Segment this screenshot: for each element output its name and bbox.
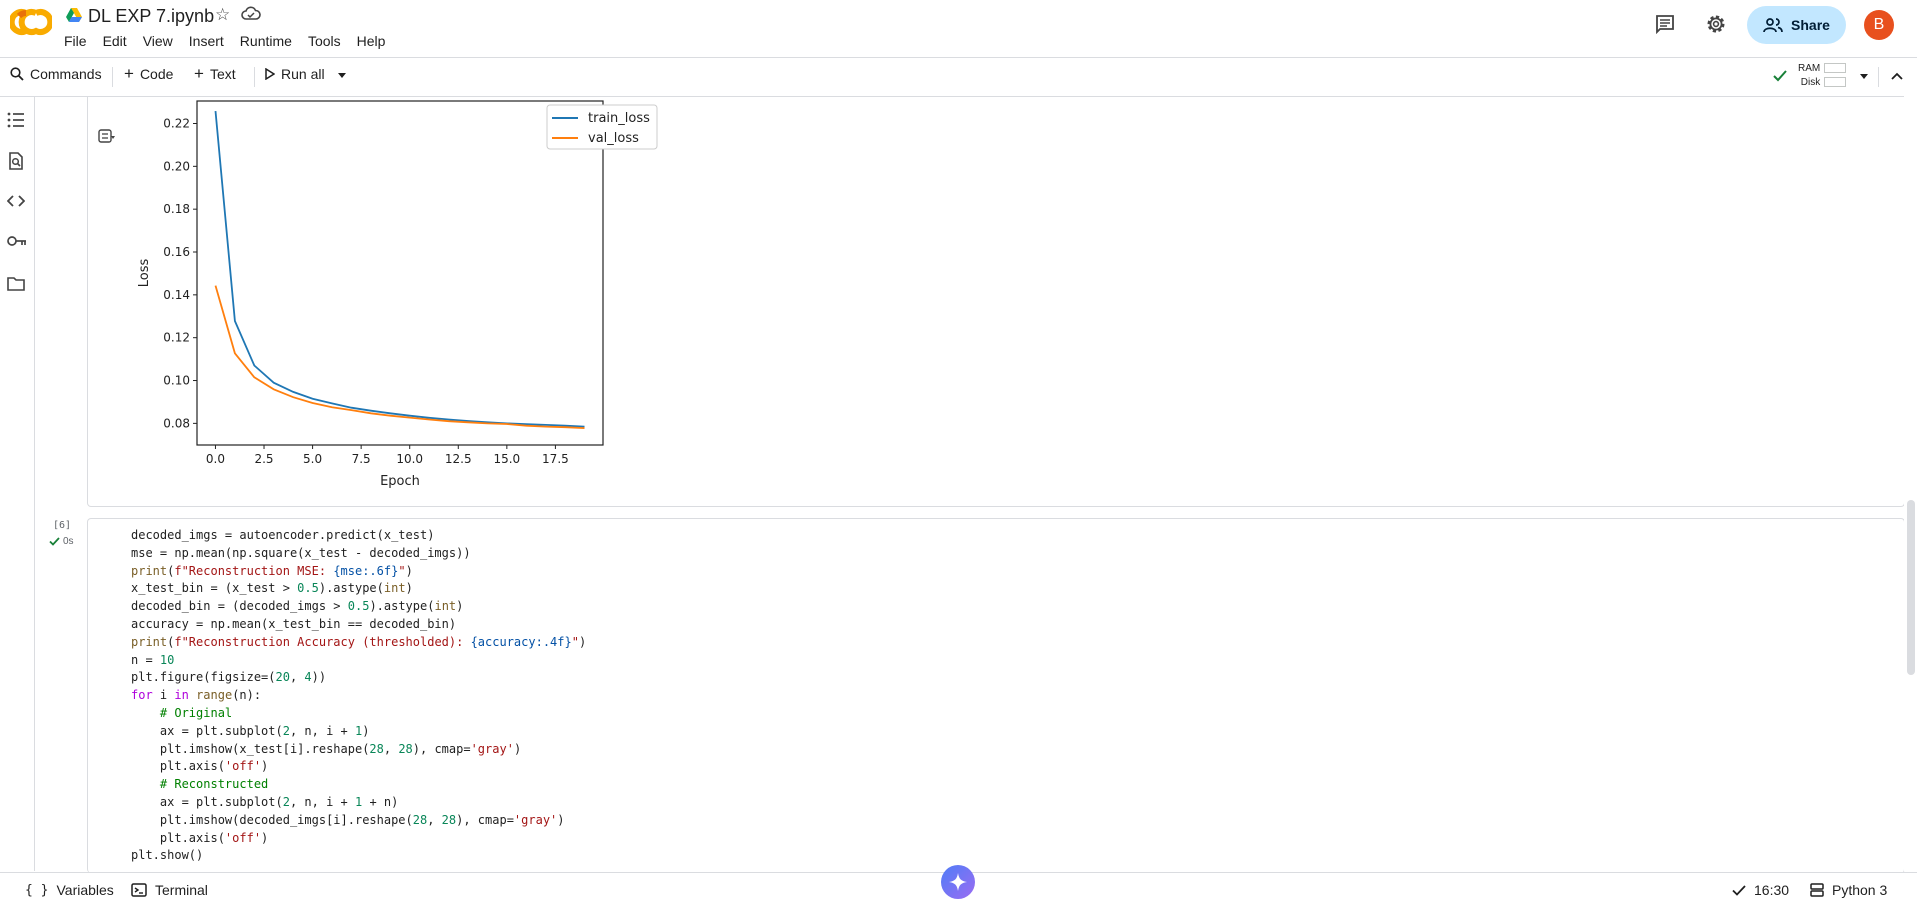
legend-label-train: train_loss bbox=[588, 111, 650, 126]
code-editor[interactable]: decoded_imgs = autoencoder.predict(x_tes… bbox=[131, 527, 586, 865]
y-tick-label: 0.16 bbox=[163, 245, 190, 259]
x-tick-label: 0.0 bbox=[206, 452, 225, 466]
table-of-contents-icon[interactable] bbox=[7, 112, 25, 128]
x-tick-label: 10.0 bbox=[396, 452, 423, 466]
y-tick-label: 0.18 bbox=[163, 202, 190, 216]
loss-chart: 0.0 2.5 5.0 7.5 10.0 12.5 15.0 17.5 0.08 0.10 0.1… bbox=[137, 100, 658, 489]
check-icon bbox=[1732, 884, 1746, 896]
user-avatar[interactable]: B bbox=[1864, 10, 1894, 40]
plus-icon: + bbox=[124, 64, 134, 83]
x-axis-label: Epoch bbox=[380, 474, 420, 489]
variables-label: Variables bbox=[56, 882, 114, 898]
share-label: Share bbox=[1791, 17, 1830, 33]
y-tick-label: 0.12 bbox=[163, 331, 190, 345]
menu-bar: File Edit View Insert Runtime Tools Help bbox=[64, 33, 401, 49]
x-tick-label: 7.5 bbox=[352, 452, 371, 466]
terminal-button[interactable]: Terminal bbox=[131, 882, 208, 898]
last-run-time[interactable]: 16:30 bbox=[1732, 882, 1789, 898]
run-all-label: Run all bbox=[281, 66, 325, 82]
x-tick-label: 17.5 bbox=[542, 452, 569, 466]
menu-edit[interactable]: Edit bbox=[103, 33, 136, 49]
commands-label: Commands bbox=[30, 66, 102, 82]
run-all-button[interactable]: Run all bbox=[265, 66, 325, 82]
cloud-saved-icon[interactable] bbox=[241, 6, 261, 22]
notebook-title[interactable]: DL EXP 7.ipynb bbox=[88, 6, 214, 27]
menu-runtime[interactable]: Runtime bbox=[240, 33, 301, 49]
menu-help[interactable]: Help bbox=[357, 33, 395, 49]
find-replace-icon[interactable] bbox=[7, 152, 25, 170]
runtime-label: Python 3 bbox=[1832, 882, 1888, 898]
menu-view[interactable]: View bbox=[143, 33, 182, 49]
add-text-label: Text bbox=[209, 66, 236, 82]
runtime-dropdown-icon[interactable] bbox=[1859, 73, 1869, 81]
collapse-header-icon[interactable] bbox=[1891, 71, 1903, 81]
execution-time: 0s bbox=[63, 536, 74, 547]
disk-label: Disk bbox=[1800, 77, 1821, 88]
vertical-scrollbar-track[interactable] bbox=[1904, 96, 1917, 871]
drive-icon[interactable] bbox=[66, 7, 82, 23]
search-icon bbox=[10, 67, 24, 81]
y-tick-label: 0.14 bbox=[163, 288, 190, 302]
disk-meter bbox=[1824, 77, 1847, 88]
plot-frame bbox=[196, 100, 604, 446]
braces-icon: { } bbox=[25, 882, 49, 898]
gear-icon[interactable] bbox=[1705, 13, 1727, 35]
variables-button[interactable]: { } Variables bbox=[25, 882, 114, 898]
add-code-label: Code bbox=[139, 66, 174, 82]
code-snippets-icon[interactable] bbox=[7, 194, 25, 208]
commands-button[interactable]: Commands bbox=[10, 66, 102, 82]
chart-legend: train_loss val_loss bbox=[546, 104, 658, 150]
success-check-icon bbox=[49, 537, 60, 546]
y-tick-label: 0.20 bbox=[163, 159, 190, 173]
x-tick-label: 12.5 bbox=[445, 452, 472, 466]
colab-logo[interactable] bbox=[10, 8, 52, 36]
add-code-button[interactable]: + Code bbox=[124, 64, 174, 83]
legend-label-val: val_loss bbox=[588, 131, 639, 146]
runtime-type[interactable]: Python 3 bbox=[1810, 882, 1887, 898]
server-icon bbox=[1810, 883, 1824, 897]
people-icon bbox=[1763, 18, 1783, 33]
menu-tools[interactable]: Tools bbox=[308, 33, 350, 49]
y-axis-label: Loss bbox=[137, 259, 152, 288]
secrets-key-icon[interactable] bbox=[7, 235, 27, 247]
gemini-assistant-button[interactable] bbox=[941, 865, 975, 899]
y-tick-label: 0.22 bbox=[163, 116, 190, 130]
left-sidebar bbox=[0, 96, 35, 871]
app-header: DL EXP 7.ipynb ☆ File Edit View Insert R… bbox=[0, 0, 1917, 56]
vertical-scrollbar-thumb[interactable] bbox=[1907, 500, 1915, 675]
ram-meter bbox=[1824, 63, 1847, 74]
menu-file[interactable]: File bbox=[64, 33, 96, 49]
x-tick-label: 5.0 bbox=[303, 452, 322, 466]
sparkle-icon bbox=[949, 873, 967, 891]
x-tick-label: 15.0 bbox=[493, 452, 520, 466]
resource-indicator[interactable]: RAM Disk bbox=[1798, 62, 1847, 90]
toolbar-divider bbox=[1878, 67, 1879, 87]
menu-insert[interactable]: Insert bbox=[189, 33, 233, 49]
x-tick-label: 2.5 bbox=[254, 452, 273, 466]
notebook-toolbar: Commands + Code + Text Run all RAM Disk bbox=[0, 57, 1917, 97]
connected-check-icon[interactable] bbox=[1772, 69, 1788, 83]
run-options-dropdown-icon[interactable] bbox=[337, 72, 347, 80]
toolbar-divider bbox=[254, 67, 255, 87]
play-icon bbox=[265, 68, 275, 80]
star-icon[interactable]: ☆ bbox=[215, 5, 230, 25]
plus-icon: + bbox=[194, 64, 204, 83]
execution-status[interactable]: 0s bbox=[49, 536, 74, 547]
share-button[interactable]: Share bbox=[1747, 6, 1846, 44]
ram-label: RAM bbox=[1798, 63, 1821, 74]
terminal-icon bbox=[131, 883, 147, 897]
y-tick-label: 0.10 bbox=[163, 374, 190, 388]
toolbar-divider bbox=[112, 67, 113, 87]
terminal-label: Terminal bbox=[155, 882, 208, 898]
add-text-button[interactable]: + Text bbox=[194, 64, 236, 83]
execution-count: [6] bbox=[53, 520, 72, 531]
comment-icon[interactable] bbox=[1655, 14, 1675, 34]
output-actions-icon[interactable] bbox=[98, 128, 116, 144]
files-folder-icon[interactable] bbox=[7, 276, 25, 291]
time-label: 16:30 bbox=[1754, 882, 1790, 898]
y-tick-label: 0.08 bbox=[163, 416, 190, 430]
